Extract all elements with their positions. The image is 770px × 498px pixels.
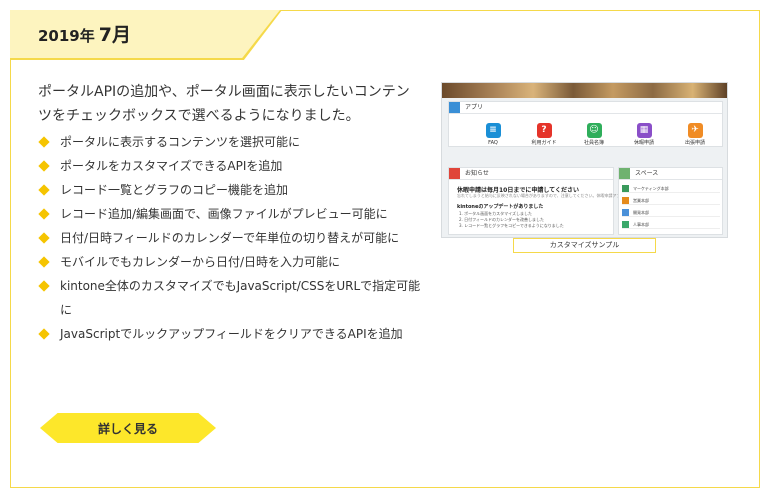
space-thumb-icon bbox=[622, 185, 629, 192]
feature-label: ポータルに表示するコンテンツを選択可能に bbox=[60, 135, 301, 149]
app-tile-leave: ▦ 休暇申請 bbox=[629, 123, 659, 147]
people-icon: ☺ bbox=[586, 123, 602, 138]
diamond-bullet-icon bbox=[38, 232, 50, 244]
space-row: 営業本部 bbox=[622, 196, 720, 205]
feature-item: kintone全体のカスタマイズでもJavaScript/CSSをURLで指定可… bbox=[38, 274, 423, 322]
diamond-bullet-icon bbox=[38, 208, 50, 220]
feature-item: ポータルをカスタマイズできるAPIを追加 bbox=[38, 154, 423, 178]
diamond-bullet-icon bbox=[38, 256, 50, 268]
notice-subtext: 忘れてしまうと給与に反映されない場合がありますので、注意してください。休暇申請ア… bbox=[457, 193, 645, 198]
diamond-bullet-icon bbox=[38, 280, 50, 292]
space-row: マーケティング本部 bbox=[622, 184, 720, 193]
feature-item: ポータルに表示するコンテンツを選択可能に bbox=[38, 130, 423, 154]
app-label: 利用ガイド bbox=[531, 140, 557, 146]
space-thumb-icon bbox=[622, 209, 629, 216]
notice-panel: お知らせ 休暇申請は毎月10日までに申請してください 忘れてしまうと給与に反映さ… bbox=[448, 167, 644, 235]
diamond-bullet-icon bbox=[38, 328, 50, 340]
feature-label: kintone全体のカスタマイズでもJavaScript/CSSをURLで指定可… bbox=[60, 279, 421, 317]
feature-label: ポータルをカスタマイズできるAPIを追加 bbox=[60, 159, 283, 173]
feature-label: モバイルでもカレンダーから日付/日時を入力可能に bbox=[60, 255, 341, 269]
feature-list: ポータルに表示するコンテンツを選択可能に ポータルをカスタマイズできるAPIを追… bbox=[38, 130, 423, 346]
portal-screenshot: アプリ ≡ FAQ ? 利用ガイド ☺ 社員名簿 ▦ 休暇申請 ✈ 出張申請 お… bbox=[441, 82, 728, 238]
intro-text: ポータルAPIの追加や、ポータル画面に表示したいコンテンツをチェックボックスで選… bbox=[38, 84, 410, 124]
feature-item: レコード追加/編集画面で、画像ファイルがプレビュー可能に bbox=[38, 202, 423, 226]
app-tile-directory: ☺ 社員名簿 bbox=[579, 123, 609, 147]
portal-banner-image bbox=[442, 83, 727, 98]
feature-item: 日付/日時フィールドのカレンダーで年単位の切り替えが可能に bbox=[38, 226, 423, 250]
megaphone-icon bbox=[449, 168, 460, 179]
space-panel: スペース マーケティング本部 営業本部 開発本部 人事本部 bbox=[618, 167, 723, 235]
update-item: 3. レコード一覧とグラフをコピーできるようになりました bbox=[459, 223, 564, 228]
feature-label: JavaScriptでルックアップフィールドをクリアできるAPIを追加 bbox=[60, 327, 403, 341]
detail-button[interactable]: 詳しく見る bbox=[40, 413, 216, 443]
app-tile-faq: ≡ FAQ bbox=[478, 123, 508, 147]
notice-panel-header: お知らせ bbox=[449, 168, 613, 180]
screenshot-caption: カスタマイズサンプル bbox=[513, 238, 656, 253]
app-label: 出張申請 bbox=[684, 140, 705, 146]
app-label: 休暇申請 bbox=[633, 140, 654, 146]
space-label: 人事本部 bbox=[633, 222, 649, 227]
calendar-icon: ▦ bbox=[636, 123, 652, 138]
apps-panel: アプリ ≡ FAQ ? 利用ガイド ☺ 社員名簿 ▦ 休暇申請 ✈ 出張申請 bbox=[448, 101, 723, 147]
feature-label: レコード追加/編集画面で、画像ファイルがプレビュー可能に bbox=[60, 207, 388, 221]
feature-item: レコード一覧とグラフのコピー機能を追加 bbox=[38, 178, 423, 202]
diamond-bullet-icon bbox=[38, 160, 50, 172]
feature-label: レコード一覧とグラフのコピー機能を追加 bbox=[60, 183, 289, 197]
update-heading: kintoneのアップデートがありました bbox=[457, 204, 544, 210]
app-label: 社員名簿 bbox=[583, 140, 604, 146]
diamond-bullet-icon bbox=[38, 184, 50, 196]
space-thumb-icon bbox=[622, 197, 629, 204]
feature-item: JavaScriptでルックアップフィールドをクリアできるAPIを追加 bbox=[38, 322, 423, 346]
space-row: 人事本部 bbox=[622, 220, 720, 229]
feature-label: 日付/日時フィールドのカレンダーで年単位の切り替えが可能に bbox=[60, 231, 400, 245]
app-tile-trip: ✈ 出張申請 bbox=[680, 123, 710, 147]
space-label: 開発本部 bbox=[633, 210, 649, 215]
app-tile-guide: ? 利用ガイド bbox=[529, 123, 559, 147]
release-date: 2019年 7月 bbox=[38, 20, 131, 47]
apps-panel-title: アプリ bbox=[465, 104, 484, 111]
space-row: 開発本部 bbox=[622, 208, 720, 217]
app-label: FAQ bbox=[488, 140, 498, 146]
airplane-icon: ✈ bbox=[687, 123, 703, 138]
help-question-icon: ? bbox=[536, 123, 552, 138]
release-month: 7月 bbox=[98, 24, 131, 46]
apps-panel-header: アプリ bbox=[449, 102, 722, 114]
diamond-bullet-icon bbox=[38, 136, 50, 148]
space-panel-title: スペース bbox=[635, 170, 659, 177]
notice-panel-title: お知らせ bbox=[465, 170, 489, 177]
chat-bubbles-icon: ≡ bbox=[485, 123, 501, 138]
apps-list-icon bbox=[449, 102, 460, 113]
space-thumb-icon bbox=[622, 221, 629, 228]
release-year: 2019年 bbox=[38, 27, 95, 45]
space-label: マーケティング本部 bbox=[633, 186, 669, 191]
space-icon bbox=[619, 168, 630, 179]
space-panel-header: スペース bbox=[619, 168, 722, 180]
space-label: 営業本部 bbox=[633, 198, 649, 203]
feature-item: モバイルでもカレンダーから日付/日時を入力可能に bbox=[38, 250, 423, 274]
